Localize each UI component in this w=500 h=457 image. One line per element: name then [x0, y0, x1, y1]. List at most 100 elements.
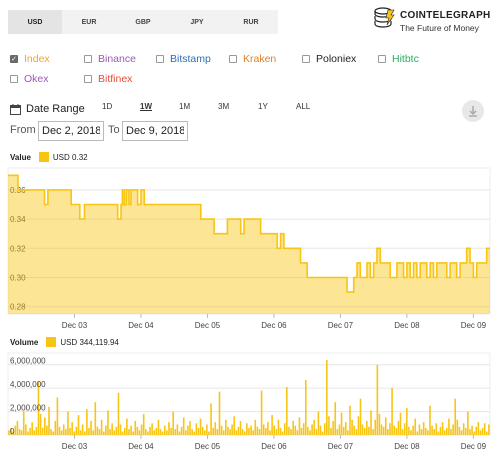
tab-rur[interactable]: RUR	[224, 10, 278, 34]
value-legend-value: 0.32	[72, 152, 88, 162]
volume-bar	[429, 405, 431, 435]
date-range-label: Date Range	[26, 103, 85, 115]
x-tick-label: Dec 06	[261, 442, 287, 451]
volume-bar	[212, 427, 214, 435]
volume-bar	[439, 426, 442, 435]
range-all[interactable]: ALL	[296, 102, 310, 111]
tab-eur[interactable]: EUR	[62, 10, 116, 34]
volume-bar	[406, 408, 408, 435]
range-1y[interactable]: 1Y	[258, 102, 268, 111]
volume-bar	[83, 431, 86, 435]
source-index[interactable]: ✓ Index	[10, 52, 50, 66]
source-label: Poloniex	[316, 53, 357, 65]
volume-bar	[126, 418, 128, 435]
volume-bar	[208, 431, 210, 435]
volume-bar	[115, 426, 118, 435]
checkbox-icon: ✓	[10, 55, 18, 63]
volume-bar	[443, 430, 446, 435]
volume-bar	[441, 422, 444, 435]
volume-bar	[269, 430, 271, 435]
volume-bar	[246, 423, 248, 435]
volume-bar	[399, 412, 402, 435]
volume-bar	[187, 425, 189, 435]
volume-bar	[197, 427, 200, 435]
source-label: Okex	[24, 73, 49, 85]
volume-bar	[355, 429, 358, 435]
source-bitfinex[interactable]: Bitfinex	[84, 72, 132, 86]
volume-bar	[172, 411, 174, 435]
volume-bar	[370, 410, 372, 435]
volume-bar	[300, 427, 303, 435]
volume-bar	[296, 430, 299, 435]
tab-usd[interactable]: USD	[8, 10, 62, 34]
volume-bar	[149, 426, 151, 435]
volume-bar	[488, 424, 490, 435]
range-1d[interactable]: 1D	[102, 102, 112, 111]
source-kraken[interactable]: Kraken	[229, 52, 276, 66]
volume-bar	[142, 413, 145, 435]
x-tick-label: Dec 05	[195, 321, 221, 330]
range-3m[interactable]: 3M	[218, 102, 229, 111]
volume-bar	[475, 426, 478, 435]
checkbox-icon	[84, 75, 92, 83]
volume-bar	[445, 427, 448, 435]
x-tick-label: Dec 07	[328, 442, 354, 451]
volume-bar	[462, 423, 465, 435]
volume-bar	[180, 426, 183, 435]
volume-bar	[191, 429, 193, 435]
from-date-input[interactable]	[38, 121, 104, 141]
volume-bar	[481, 427, 484, 435]
volume-bar	[401, 429, 404, 435]
volume-bar	[374, 419, 377, 435]
value-title: Value	[10, 152, 31, 162]
volume-bar	[336, 429, 339, 435]
volume-bar	[267, 422, 269, 435]
date-range-header: Date Range	[10, 101, 85, 117]
checkbox-icon	[84, 55, 92, 63]
source-hitbtc[interactable]: Hitbtc	[378, 52, 419, 66]
volume-bar	[283, 423, 286, 435]
tab-jpy[interactable]: JPY	[170, 10, 224, 34]
volume-bar	[298, 417, 301, 435]
source-okex[interactable]: Okex	[10, 72, 49, 86]
volume-bar	[16, 420, 19, 435]
source-bitstamp[interactable]: Bitstamp	[156, 52, 211, 66]
volume-bar	[288, 426, 290, 435]
source-poloniex[interactable]: Poloniex	[302, 52, 356, 66]
volume-bar	[397, 420, 400, 435]
volume-bar	[389, 423, 391, 435]
volume-bar	[416, 431, 419, 435]
volume-bar	[166, 430, 168, 435]
volume-bar	[292, 420, 294, 435]
volume-bar	[260, 390, 263, 435]
volume-bar	[464, 427, 467, 435]
volume-bar	[155, 427, 158, 435]
volume-bar	[96, 426, 99, 435]
volume-bar	[315, 429, 318, 435]
tab-gbp[interactable]: GBP	[116, 10, 170, 34]
range-1m[interactable]: 1M	[179, 102, 190, 111]
volume-bar	[153, 430, 156, 435]
volume-bar	[304, 379, 307, 435]
download-button[interactable]	[462, 100, 484, 122]
volume-bar	[130, 425, 132, 435]
source-binance[interactable]: Binance	[84, 52, 136, 66]
volume-bar	[294, 425, 297, 435]
volume-bar	[328, 416, 330, 435]
volume-bar	[450, 429, 452, 435]
volume-bar	[227, 426, 229, 435]
volume-bar	[317, 411, 320, 435]
to-date-input[interactable]	[122, 121, 188, 141]
x-tick-label: Dec 09	[461, 442, 487, 451]
volume-bar	[311, 424, 313, 435]
range-1w[interactable]: 1W	[140, 102, 152, 111]
download-icon	[469, 106, 477, 117]
volume-bar	[424, 427, 427, 435]
volume-bar	[206, 424, 208, 435]
volume-bar	[222, 430, 225, 435]
volume-bar	[231, 424, 233, 435]
volume-bar	[384, 417, 387, 435]
volume-chart: 0 2,000,000 4,000,000 6,000,000 Dec 03 Dec 04…	[7, 352, 491, 451]
volume-bar	[264, 427, 267, 435]
y-tick-label: 2,000,000	[10, 404, 46, 413]
